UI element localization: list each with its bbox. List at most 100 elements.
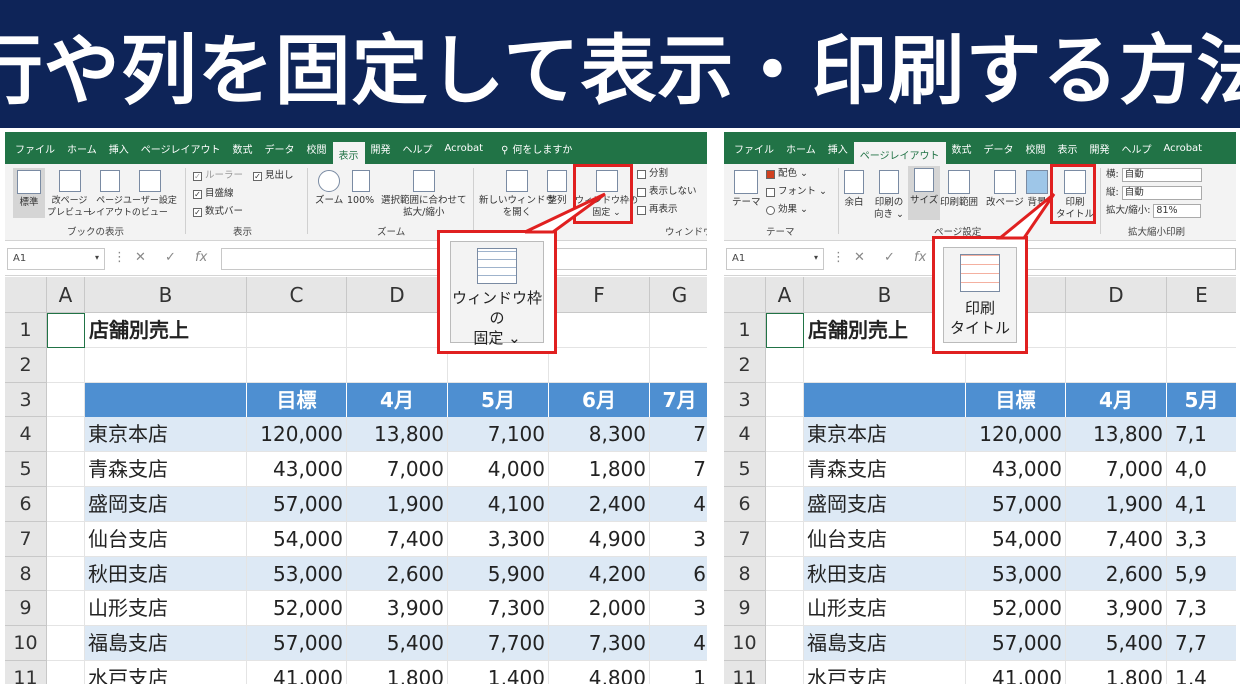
store-name-cell[interactable]: 仙台支店 [85, 521, 247, 557]
cell[interactable] [650, 348, 707, 383]
tab-1[interactable]: ホーム [61, 137, 103, 160]
column-header[interactable]: A [47, 277, 85, 313]
width-select[interactable]: 自動 [1121, 168, 1202, 182]
store-name-cell[interactable]: 青森支店 [85, 452, 247, 487]
value-cell[interactable]: 8,300 [549, 417, 650, 453]
value-cell[interactable]: 120,000 [966, 417, 1066, 453]
value-cell[interactable]: 4,1 [1167, 487, 1236, 522]
tab-9[interactable]: ヘルプ [1116, 137, 1158, 160]
tab-6[interactable]: 校閲 [301, 137, 333, 160]
zoom-100-button[interactable]: 100% [347, 170, 374, 207]
cell[interactable] [766, 521, 804, 557]
value-cell[interactable]: 7,700 [448, 626, 549, 661]
value-cell[interactable]: 7,000 [347, 452, 448, 487]
split-checkbox[interactable]: 分割 [637, 168, 668, 180]
store-name-cell[interactable]: 水戸支店 [804, 661, 966, 684]
cell[interactable] [247, 313, 347, 348]
value-cell[interactable]: 4,0 [1167, 452, 1236, 487]
column-header[interactable]: B [85, 277, 247, 313]
active-cell[interactable] [766, 313, 804, 348]
cell[interactable] [47, 556, 85, 592]
store-name-cell[interactable]: 盛岡支店 [85, 487, 247, 522]
margins-button[interactable]: 余白 [844, 170, 864, 209]
cell[interactable] [549, 347, 650, 383]
value-cell[interactable]: 5,900 [448, 556, 549, 592]
value-cell[interactable]: 4 [650, 487, 707, 522]
value-cell[interactable]: 1,800 [549, 452, 650, 487]
row-header[interactable]: 8 [724, 556, 766, 592]
tab-7[interactable]: 表示 [332, 142, 365, 164]
row-header[interactable]: 11 [5, 661, 47, 684]
tell-me-search[interactable]: ⚲ 何をしますか [495, 137, 578, 160]
value-cell[interactable]: 43,000 [247, 452, 347, 487]
value-cell[interactable]: 57,000 [966, 487, 1066, 522]
cancel-icon[interactable]: ✕ [854, 250, 865, 265]
cell[interactable] [766, 556, 804, 592]
cell[interactable] [47, 452, 85, 487]
value-cell[interactable]: 3,900 [347, 591, 448, 627]
cell[interactable] [47, 417, 85, 453]
cell[interactable] [47, 521, 85, 557]
value-cell[interactable]: 52,000 [247, 591, 347, 627]
store-name-cell[interactable]: 山形支店 [804, 591, 966, 627]
row-header[interactable]: 7 [5, 521, 47, 557]
store-name-cell[interactable]: 東京本店 [804, 417, 966, 453]
row-header[interactable]: 2 [5, 347, 47, 383]
ruler-checkbox[interactable]: ✓ ルーラー [193, 170, 243, 182]
value-cell[interactable]: 57,000 [247, 487, 347, 522]
value-cell[interactable]: 57,000 [966, 626, 1066, 661]
gridlines-checkbox[interactable]: ✓ 目盛線 [193, 188, 234, 200]
value-cell[interactable]: 41,000 [247, 661, 347, 684]
cell[interactable] [766, 487, 804, 522]
value-cell[interactable]: 1,900 [1066, 487, 1167, 522]
cell[interactable] [47, 591, 85, 627]
cell[interactable] [47, 661, 85, 684]
value-cell[interactable]: 7 [650, 417, 707, 453]
select-all-corner[interactable] [5, 277, 47, 313]
active-cell[interactable] [47, 313, 85, 348]
formula-bar-checkbox[interactable]: ✓ 数式バー [193, 206, 243, 218]
tab-5[interactable]: データ [259, 137, 301, 160]
value-cell[interactable]: 3,300 [448, 521, 549, 557]
row-header[interactable]: 8 [5, 556, 47, 592]
value-cell[interactable]: 4,900 [549, 521, 650, 557]
value-cell[interactable]: 13,800 [1066, 417, 1167, 453]
breaks-button[interactable]: 改ページ [986, 170, 1024, 209]
background-button[interactable]: 背景 [1026, 170, 1048, 209]
table-header-cell[interactable]: 7月 [650, 382, 707, 418]
row-header[interactable]: 5 [5, 452, 47, 487]
enter-icon[interactable]: ✓ [884, 250, 895, 265]
value-cell[interactable]: 52,000 [966, 591, 1066, 627]
tab-3[interactable]: ページレイアウト [135, 137, 227, 160]
size-button[interactable]: サイズ [908, 166, 941, 220]
value-cell[interactable]: 1,4 [1167, 661, 1236, 684]
value-cell[interactable]: 1,900 [347, 487, 448, 522]
table-header-cell[interactable] [85, 382, 247, 418]
value-cell[interactable]: 2,600 [347, 556, 448, 592]
zoom-button[interactable]: ズーム [315, 170, 343, 207]
store-name-cell[interactable]: 東京本店 [85, 417, 247, 453]
cell[interactable] [766, 382, 804, 418]
function-icon[interactable]: fx [914, 250, 926, 265]
print-area-button[interactable]: 印刷範囲 [940, 170, 978, 209]
value-cell[interactable]: 2,400 [549, 487, 650, 522]
normal-view-button[interactable]: 標準 [13, 168, 45, 218]
value-cell[interactable]: 7 [650, 452, 707, 487]
cell[interactable] [766, 452, 804, 487]
value-cell[interactable]: 7,3 [1167, 591, 1236, 627]
page-break-preview-button[interactable]: 改ページ プレビュー [47, 170, 92, 219]
cell[interactable] [549, 313, 650, 348]
cell[interactable] [47, 382, 85, 418]
cell[interactable] [347, 313, 448, 348]
row-header[interactable]: 11 [724, 661, 766, 684]
tab-4[interactable]: 数式 [227, 137, 259, 160]
store-name-cell[interactable]: 秋田支店 [85, 556, 247, 592]
tab-2[interactable]: 挿入 [822, 137, 854, 160]
name-box[interactable]: A1 ▾ [7, 248, 105, 270]
zoom-selection-button[interactable]: 選択範囲に合わせて 拡大/縮小 [381, 170, 467, 219]
height-select[interactable]: 自動 [1121, 186, 1202, 200]
cell[interactable] [766, 626, 804, 661]
value-cell[interactable]: 4 [650, 626, 707, 661]
tab-9[interactable]: ヘルプ [397, 137, 439, 160]
colors-button[interactable]: 配色 ⌄ [766, 168, 808, 180]
